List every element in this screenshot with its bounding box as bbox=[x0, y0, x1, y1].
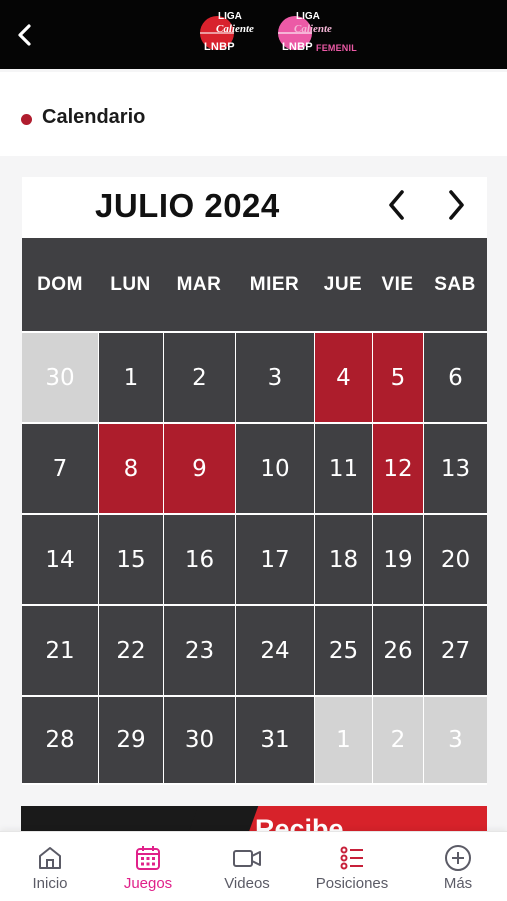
calendar-day-outside-month[interactable]: 1 bbox=[315, 697, 372, 783]
calendar-day[interactable]: 16 bbox=[164, 515, 235, 604]
calendar-day[interactable]: 11 bbox=[315, 424, 372, 513]
calendar-day[interactable]: 19 bbox=[373, 515, 423, 604]
logo-femenil-text: FEMENIL bbox=[316, 43, 357, 53]
nav-item-label: Posiciones bbox=[315, 875, 389, 892]
calendar-day[interactable]: 26 bbox=[373, 606, 423, 695]
calendar-day-game[interactable]: 12 bbox=[373, 424, 423, 513]
calendar-grid: DOM LUN MAR MIER JUE VIE SAB 30 1 2 3 4 5 6 7 8 9 10 11 12… bbox=[22, 238, 487, 785]
month-title: JULIO 2024 bbox=[95, 187, 280, 224]
calendar-day[interactable]: 1 bbox=[99, 333, 163, 422]
calendar-day[interactable]: 20 bbox=[424, 515, 487, 604]
nav-item-inicio[interactable]: Inicio bbox=[0, 832, 100, 901]
logo-lnbp-text: LNBP bbox=[204, 41, 235, 53]
section-header: Calendario bbox=[0, 72, 507, 156]
calendar-day-outside-month[interactable]: 2 bbox=[373, 697, 423, 783]
logo-script-text: Caliente bbox=[216, 23, 254, 35]
weekday-mier: MIER bbox=[249, 273, 300, 295]
calendar-day-game[interactable]: 9 bbox=[164, 424, 235, 513]
calendar-day[interactable]: 29 bbox=[99, 697, 163, 783]
calendar-day[interactable]: 6 bbox=[424, 333, 487, 422]
calendar-day[interactable]: 17 bbox=[236, 515, 314, 604]
calendar-day[interactable]: 18 bbox=[315, 515, 372, 604]
logo-liga-text: LIGA bbox=[218, 11, 242, 22]
back-button[interactable] bbox=[10, 20, 40, 50]
weekday-sab: SAB bbox=[434, 273, 476, 295]
calendar-day[interactable]: 3 bbox=[236, 333, 314, 422]
chevron-left-icon bbox=[389, 190, 404, 220]
nav-item-ms[interactable]: Más bbox=[408, 832, 507, 901]
liga-caliente-logo: LIGA Caliente LNBP bbox=[198, 10, 262, 56]
bullet-dot bbox=[21, 114, 32, 125]
nav-item-label: Videos bbox=[224, 875, 270, 892]
standings-list-icon bbox=[338, 843, 366, 873]
nav-item-juegos[interactable]: Juegos bbox=[98, 832, 198, 901]
weekday-header-row: DOM LUN MAR MIER JUE VIE SAB bbox=[22, 238, 487, 331]
calendar-day[interactable]: 15 bbox=[99, 515, 163, 604]
calendar-day[interactable]: 31 bbox=[236, 697, 314, 783]
calendar-day[interactable]: 10 bbox=[236, 424, 314, 513]
calendar-day[interactable]: 27 bbox=[424, 606, 487, 695]
calendar-card: JULIO 2024 DOM LUN MAR MIER JUE VIE SAB 30 1 2 3 4… bbox=[22, 177, 487, 785]
logo-lnbp-text: LNBP bbox=[282, 41, 313, 53]
bottom-navigation: Inicio Juegos Videos Posiciones Más bbox=[0, 831, 507, 901]
nav-item-label: Inicio bbox=[32, 875, 68, 892]
previous-month-button[interactable] bbox=[379, 187, 415, 223]
weekday-lun: LUN bbox=[110, 273, 151, 295]
nav-item-videos[interactable]: Videos bbox=[197, 832, 297, 901]
calendar-day[interactable]: 14 bbox=[22, 515, 98, 604]
nav-item-posiciones[interactable]: Posiciones bbox=[302, 832, 402, 901]
league-logos: LIGA Caliente LNBP LIGA Caliente LNBP FE… bbox=[198, 10, 360, 58]
calendar-day[interactable]: 21 bbox=[22, 606, 98, 695]
chevron-right-icon bbox=[449, 190, 464, 220]
calendar-day[interactable]: 28 bbox=[22, 697, 98, 783]
calendar-day[interactable]: 22 bbox=[99, 606, 163, 695]
calendar-day[interactable]: 24 bbox=[236, 606, 314, 695]
nav-item-label: Juegos bbox=[123, 875, 173, 892]
calendar-day-outside-month[interactable]: 3 bbox=[424, 697, 487, 783]
home-icon bbox=[36, 843, 64, 873]
video-camera-icon bbox=[232, 843, 262, 873]
liga-femenil-logo: LIGA Caliente LNBP FEMENIL bbox=[276, 10, 360, 56]
logo-liga-text: LIGA bbox=[296, 11, 320, 22]
month-header: JULIO 2024 bbox=[22, 177, 487, 237]
calendar-day[interactable]: 2 bbox=[164, 333, 235, 422]
calendar-day[interactable]: 7 bbox=[22, 424, 98, 513]
chevron-left-icon bbox=[18, 24, 31, 46]
weekday-jue: JUE bbox=[323, 273, 363, 295]
calendar-day-outside-month[interactable]: 30 bbox=[22, 333, 98, 422]
weekday-mar: MAR bbox=[176, 273, 222, 295]
weekday-vie: VIE bbox=[381, 273, 414, 295]
weekday-dom: DOM bbox=[37, 273, 83, 295]
calendar-day[interactable]: 25 bbox=[315, 606, 372, 695]
calendar-day-game[interactable]: 5 bbox=[373, 333, 423, 422]
calendar-day[interactable]: 30 bbox=[164, 697, 235, 783]
calendar-day[interactable]: 23 bbox=[164, 606, 235, 695]
top-bar: LIGA Caliente LNBP LIGA Caliente LNBP FE… bbox=[0, 0, 507, 69]
plus-circle-icon bbox=[444, 843, 472, 873]
next-month-button[interactable] bbox=[438, 187, 474, 223]
calendar-day[interactable]: 13 bbox=[424, 424, 487, 513]
section-title: Calendario bbox=[42, 106, 146, 128]
calendar-day-game[interactable]: 4 bbox=[315, 333, 372, 422]
nav-item-label: Más bbox=[443, 875, 473, 892]
calendar-icon bbox=[134, 843, 162, 873]
calendar-day-game[interactable]: 8 bbox=[99, 424, 163, 513]
logo-script-text: Caliente bbox=[294, 23, 332, 35]
